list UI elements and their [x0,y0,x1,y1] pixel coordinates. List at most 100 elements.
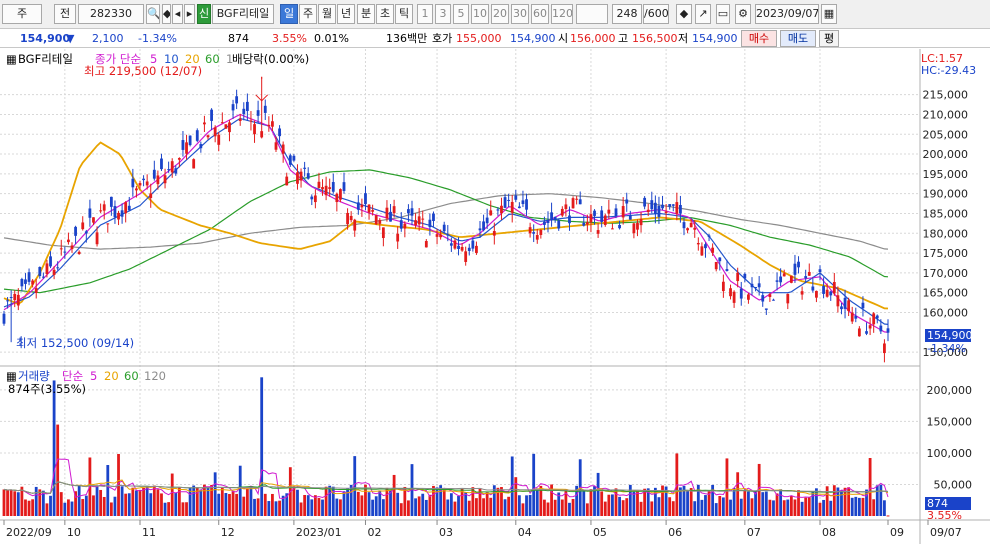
candle-body [199,144,203,149]
volume-bar [718,496,722,516]
hc-label: HC:-29.43 [921,64,977,77]
tab-tick[interactable]: 틱 [395,4,413,24]
last-price-tag: 154,900 [925,329,973,342]
high-annotation: 최고 219,500 (12/07) [84,64,203,78]
tab-second[interactable]: 초 [376,4,394,24]
candle-body [27,272,31,282]
candle-body [449,243,453,246]
candle-body [750,283,754,288]
volume-bar [621,500,625,516]
volume-bar [471,487,475,516]
search-icon[interactable]: 🔍 [146,4,160,24]
interval-3[interactable]: 3 [435,4,451,24]
volume-bar [335,498,339,516]
volume-bar [786,499,790,516]
candle-body [238,118,242,121]
tab-minute[interactable]: 분 [357,4,375,24]
candle-body [546,220,550,224]
candle-body [510,201,514,213]
settings-icon[interactable]: ⚙ [735,4,751,24]
interval-120[interactable]: 120 [551,4,573,24]
volume-bar [242,496,246,516]
chart-type-icon[interactable]: ◆ [676,4,692,24]
count-input[interactable]: 248 [612,4,642,24]
candle-body [392,206,396,214]
price-volume-chart[interactable]: 215,000 210,000 205,000 200,000 195,000 190,0… [0,49,990,544]
candle-body [117,212,120,220]
candle-body [170,161,174,173]
candle-body [457,245,460,249]
candle-body [718,257,722,262]
candle-body [460,246,464,251]
interval-5[interactable]: 5 [453,4,469,24]
candle-body [428,219,432,228]
candle-body [385,207,389,219]
interval-20[interactable]: 20 [491,4,509,24]
next-icon[interactable]: ▸ [184,4,195,24]
sell-button[interactable]: 매도 [780,30,816,47]
volume-bar [231,490,235,516]
interval-input[interactable] [576,4,608,24]
candle-body [421,218,425,220]
candle-body [661,204,664,209]
volume-bar [739,498,743,516]
volume-bar [228,493,231,516]
current-price: 154,900 [20,32,71,45]
candle-body [396,233,400,242]
candle-body [757,283,761,288]
volume-bar [657,497,661,516]
draw-tool-icon[interactable]: ↗ [695,4,711,24]
tab-month[interactable]: 월 [318,4,336,24]
candle-body [779,276,783,283]
candle-body [353,219,357,231]
interval-60[interactable]: 60 [531,4,549,24]
candle-body [288,155,292,165]
interval-30[interactable]: 30 [511,4,529,24]
volume-bar [618,496,621,516]
volume-bar [167,502,171,516]
average-button[interactable]: 평 [819,30,839,47]
market-select[interactable]: 전 [54,4,76,24]
candle-body [700,246,704,256]
interval-1[interactable]: 1 [417,4,433,24]
candle-body [331,182,335,192]
candle-body [764,308,768,310]
candle-body [432,213,435,222]
candle-body [550,212,553,221]
volume-bar [875,485,879,516]
candle-body [2,313,6,324]
tab-year[interactable]: 년 [337,4,355,24]
date-input[interactable]: 2023/09/07 [755,4,819,24]
count-total[interactable]: /600 [643,4,669,24]
candle-body [38,266,42,276]
buy-button[interactable]: 매수 [741,30,777,47]
candle-body [321,187,324,190]
period-select[interactable]: 주 [2,4,42,24]
volume-bar [95,486,99,516]
save-icon[interactable]: ▭ [716,4,730,24]
candle-body [475,245,478,253]
interval-10[interactable]: 10 [471,4,489,24]
candle-body [725,269,729,271]
volume-bar [224,492,228,516]
new-badge[interactable]: 신 [197,4,211,24]
stock-name[interactable]: BGF리테일 [212,4,274,24]
candle-body [228,122,231,133]
favorite-icon[interactable]: ◆ [162,4,171,24]
chart-settings-icon[interactable]: ▦ [6,53,17,66]
calendar-icon[interactable]: ▦ [821,4,837,24]
volume-bar [374,496,378,516]
volume-bar [303,494,307,516]
volume-bar [854,496,858,516]
candle-body [464,251,468,262]
price-tick: 205,000 [923,128,969,141]
candle-body [152,169,156,179]
volume-bar [729,499,732,516]
prev-icon[interactable]: ◂ [172,4,183,24]
candle-body [879,325,883,332]
tab-day[interactable]: 일 [280,4,298,24]
candle-body [600,210,604,222]
tab-week[interactable]: 주 [299,4,317,24]
candle-body [829,291,833,296]
code-input[interactable]: 282330 [78,4,144,24]
